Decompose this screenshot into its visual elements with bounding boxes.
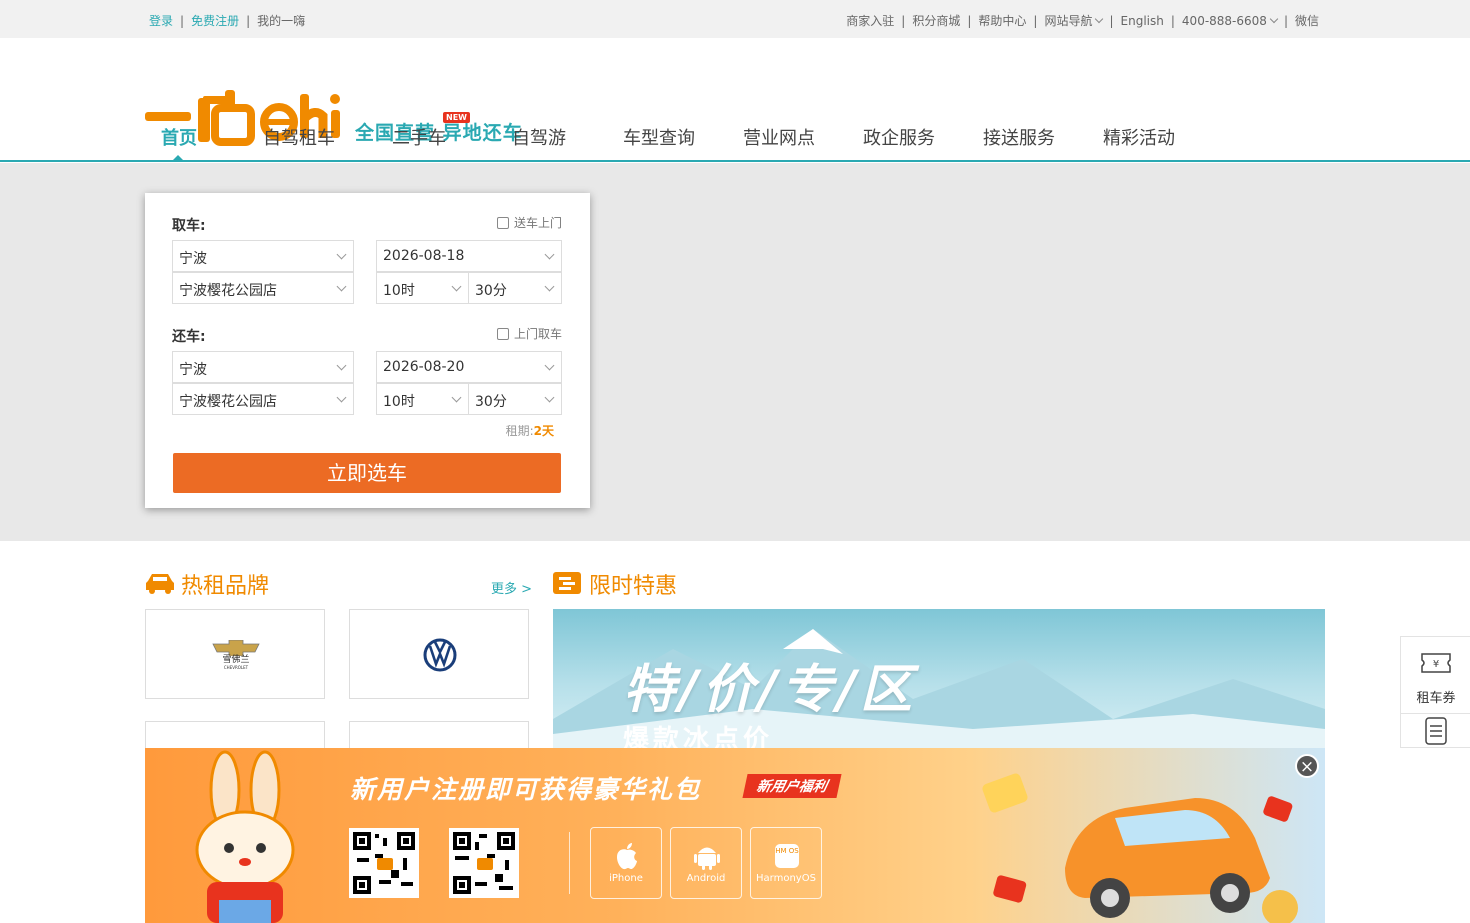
apple-icon (617, 843, 637, 870)
nav-transfer[interactable]: 接送服务 (983, 124, 1055, 150)
coupon-icon[interactable]: ¥ (1421, 651, 1451, 675)
english-link[interactable]: English (1121, 14, 1164, 28)
side-divider (1401, 713, 1470, 714)
harmonyos-label: HarmonyOS (756, 873, 816, 884)
checkbox-icon (496, 216, 509, 229)
nav-road-trip[interactable]: 自驾游 (512, 124, 566, 150)
nav-enterprise[interactable]: 政企服务 (863, 124, 935, 150)
pickup-store-select[interactable]: 宁波樱花公园店 (172, 272, 354, 304)
return-label: 还车: (172, 329, 206, 345)
popup-headline: 新用户注册即可获得豪华礼包 (350, 775, 702, 804)
help-center-link[interactable]: 帮助中心 (978, 14, 1026, 28)
chevron-down-icon (1269, 14, 1279, 24)
top-bar-right: 商家入驻 | 积分商城 | 帮助中心 | 网站导航 | English | 400-888-6608… (846, 14, 1319, 28)
return-hour-select[interactable]: 10时 (376, 383, 469, 415)
nav-events[interactable]: 精彩活动 (1103, 124, 1175, 150)
more-brands-link[interactable]: 更多 > (491, 578, 532, 597)
qr-code-1 (349, 828, 419, 898)
special-offer-banner[interactable]: 特/价/专/区 爆款冰点价 (553, 609, 1325, 748)
chevrolet-logo-icon (212, 640, 260, 656)
hot-brands-title: 热租品牌 (181, 574, 270, 599)
my-ehi-link[interactable]: 我的一嗨 (257, 14, 305, 28)
site-nav-dropdown[interactable]: 网站导航 (1044, 14, 1104, 28)
top-bar-left: 登录 | 免费注册 | 我的一嗨 (149, 14, 306, 28)
pickup-delivery-label: 送车上门 (513, 216, 562, 230)
chevrolet-name-en: CHEVROLET (223, 665, 249, 670)
android-icon (694, 847, 720, 870)
download-android-button[interactable]: Android (670, 827, 742, 899)
rental-period-label: 租期: (505, 424, 534, 438)
order-list-icon[interactable] (1425, 717, 1447, 745)
top-bar: 登录 | 免费注册 | 我的一嗨 商家入驻 | 积分商城 | 帮助中心 | 网站导航 | English… (0, 0, 1470, 38)
app-download-popup: 新用户注册即可获得豪华礼包 新用户福利 iPhone Android HM OS… (145, 748, 1325, 923)
wechat-link[interactable]: 微信 (1295, 14, 1319, 28)
nav-active-caret (172, 155, 184, 161)
nav-used-cars-label: 二手车 (392, 128, 446, 149)
svg-text:¥: ¥ (1433, 659, 1439, 670)
brand-chevrolet[interactable]: 雪佛兰 CHEVROLET (145, 609, 325, 699)
site-nav-label: 网站导航 (1044, 14, 1093, 28)
rabbit-mascot-icon (195, 750, 295, 923)
nav-car-models[interactable]: 车型查询 (623, 124, 695, 150)
close-icon: × (1299, 757, 1315, 777)
return-minute-select[interactable]: 30分 (468, 383, 562, 415)
phone-number: 400-888-6608 (1181, 14, 1267, 28)
nav-self-drive-rental[interactable]: 自驾租车 (263, 124, 335, 150)
pickup-date-select[interactable]: 2026-08-18 (376, 240, 562, 272)
rental-period-value: 2天 (533, 424, 554, 438)
select-car-button[interactable]: 立即选车 (173, 453, 561, 493)
register-link[interactable]: 免费注册 (191, 14, 239, 28)
merchant-link[interactable]: 商家入驻 (846, 14, 894, 28)
ticket-icon (553, 572, 581, 594)
new-badge: NEW (443, 112, 470, 123)
rental-period: 租期:2天 (506, 422, 554, 439)
qr-code-icon (353, 832, 415, 894)
return-pickup-checkbox[interactable]: 上门取车 (496, 325, 562, 342)
pickup-hour-select[interactable]: 10时 (376, 272, 469, 304)
download-iphone-button[interactable]: iPhone (590, 827, 662, 899)
popup-divider (569, 832, 570, 894)
brand-volkswagen[interactable] (349, 609, 529, 699)
return-date-select[interactable]: 2026-08-20 (376, 351, 562, 383)
chevron-down-icon (1095, 14, 1104, 24)
side-float-panel: ¥ 租车券 (1400, 636, 1470, 748)
return-store-select[interactable]: 宁波樱花公园店 (172, 383, 354, 415)
car-icon (146, 574, 174, 594)
nav-used-cars[interactable]: 二手车 NEW (392, 112, 470, 150)
phone-dropdown[interactable]: 400-888-6608 (1181, 14, 1279, 28)
nav-stores[interactable]: 营业网点 (743, 124, 815, 150)
booking-panel: 取车: 送车上门 宁波 宁波樱花公园店 2026-08-18 10时 30分 还… (145, 193, 590, 508)
return-city-select[interactable]: 宁波 (172, 351, 354, 383)
special-zone-subtitle: 爆款冰点价 (623, 725, 774, 748)
download-harmonyos-button[interactable]: HM OS HarmonyOS (750, 827, 822, 899)
limited-offer-title: 限时特惠 (589, 574, 678, 599)
close-popup-button[interactable]: × (1295, 754, 1319, 778)
pickup-minute-select[interactable]: 30分 (468, 272, 562, 304)
coupon-label[interactable]: 租车券 (1401, 687, 1470, 706)
android-label: Android (686, 873, 726, 884)
chevrolet-name-cn: 雪佛兰 (222, 655, 250, 665)
qr-code-2 (449, 828, 519, 898)
nav-home[interactable]: 首页 (161, 124, 197, 150)
main-nav: 首页 自驾租车 二手车 NEW 自驾游 车型查询 营业网点 政企服务 接送服务 精… (140, 112, 1240, 162)
orange-car-illustration (982, 773, 1298, 923)
checkbox-icon (496, 327, 509, 340)
iphone-label: iPhone (609, 873, 643, 884)
qr-code-icon (453, 832, 515, 894)
volkswagen-logo-icon (423, 638, 457, 672)
harmonyos-icon: HM OS (775, 844, 799, 868)
pickup-city-select[interactable]: 宁波 (172, 240, 354, 272)
special-zone-title: 特/价/专/区 (623, 660, 916, 720)
login-link[interactable]: 登录 (149, 14, 173, 28)
points-mall-link[interactable]: 积分商城 (912, 14, 960, 28)
pickup-label: 取车: (172, 218, 206, 234)
new-user-tag: 新用户福利 (742, 774, 842, 798)
return-pickup-label: 上门取车 (513, 327, 562, 341)
pickup-delivery-checkbox[interactable]: 送车上门 (496, 214, 562, 231)
